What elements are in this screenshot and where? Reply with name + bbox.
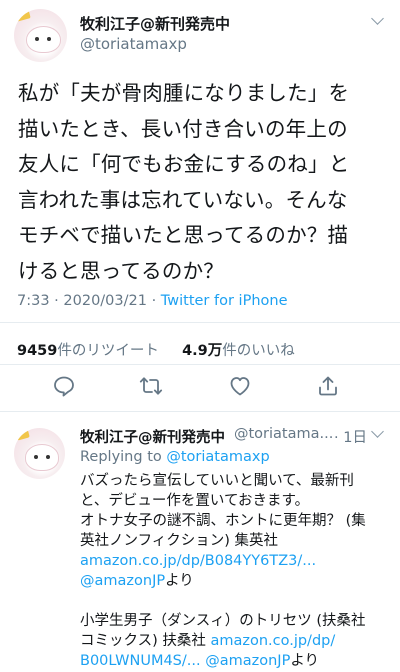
amazon-mention-2[interactable]: @amazonJP [205, 653, 290, 669]
divider [0, 364, 400, 365]
tweet-text-line: けると思ってるのか？ [18, 258, 224, 283]
avatar-character [25, 25, 61, 54]
avatar[interactable] [14, 9, 67, 62]
tweet-text-line: 友人に「何でもお金にするのね」と [18, 152, 350, 176]
avatar-eye [45, 454, 50, 459]
amazon-mention-1[interactable]: @amazonJP [80, 573, 165, 589]
reply-avatar[interactable] [14, 428, 65, 479]
retweet-label[interactable]: 件のリツイート [57, 343, 159, 359]
tweet-stats: 9459件のリツイート 4.9万件のいいね [17, 339, 295, 360]
avatar-eye [46, 36, 51, 41]
tweet-text: 私が「夫が骨肉腫になりました」を 描いたとき、長い付き合いの年上の 友人に「何で… [18, 76, 390, 289]
reply-text-line: 小学生男子（ダンスィ）のトリセツ (扶桑社 [80, 613, 366, 629]
retweet-button[interactable] [139, 374, 167, 402]
reply-user-handle[interactable]: @toriatama... [234, 426, 333, 442]
avatar-eye [35, 36, 40, 41]
amazon-link-1[interactable]: amazon.co.jp/dp/B084YY6TZ3/... [80, 551, 390, 571]
tweet-meta: 7:33 · 2020/03/21 · Twitter for iPhone [17, 293, 288, 309]
divider [0, 322, 400, 323]
user-handle[interactable]: @toriatamaxp [80, 35, 187, 53]
tweet-timestamp: 7:33 · 2020/03/21 · [17, 293, 161, 309]
display-name[interactable]: 牧利江子@新刊発売中 [80, 13, 230, 34]
share-icon [319, 376, 337, 396]
reply-text-line: コミックス) 扶桑社 amazon.co.jp/dp/ [80, 631, 390, 651]
reply-text-line: 英社ノンフィクション) 集英社 [80, 533, 279, 549]
avatar-eye [34, 454, 39, 459]
amazon-link-2b[interactable]: B00LWNUM4S/... [80, 653, 201, 669]
reply-suffix: より [165, 573, 194, 589]
reply-text-line: オトナ女子の謎不調、ホントに更年期？ (集 [80, 513, 366, 529]
tweet-actions [0, 374, 400, 404]
reply-suffix: より [290, 653, 320, 669]
replying-to-handle[interactable]: @toriatamaxp [166, 449, 269, 465]
like-count[interactable]: 4.9万 [182, 343, 222, 359]
amazon-link-2a[interactable]: amazon.co.jp/dp/ [210, 633, 335, 649]
reply-text-line: B00LWNUM4S/... @amazonJPより [80, 651, 390, 671]
tweet-text-line: モチベで描いたと思ってるのか？描 [18, 223, 349, 247]
reply-age: · 1日 [334, 430, 367, 446]
tweet-text-line: 描いたとき、長い付き合いの年上の [18, 116, 348, 141]
like-button[interactable] [228, 374, 256, 402]
replying-to-prefix: Replying to [80, 449, 167, 465]
avatar-tag-decoration [14, 429, 30, 441]
reply-button[interactable] [52, 374, 80, 402]
share-button[interactable] [316, 374, 344, 402]
retweet-count[interactable]: 9459 [17, 343, 57, 359]
reply-text-line: @amazonJPより [80, 571, 390, 591]
chevron-down-icon[interactable] [371, 12, 384, 25]
tweet-source-link[interactable]: Twitter for iPhone [161, 293, 288, 309]
like-icon [230, 377, 250, 396]
reply-text-span: コミックス) 扶桑社 [80, 633, 211, 649]
reply-body: バズったら宣伝していいと聞いて、最新刊 と、デビュー作を置いておきます。 オトナ… [80, 471, 390, 671]
like-label[interactable]: 件のいいね [222, 343, 295, 359]
replying-to: Replying to @toriatamaxp [80, 447, 390, 467]
avatar-character [25, 444, 59, 471]
tweet-text-line: 言われた事は忘れていない。そんな [18, 187, 348, 212]
tweet-text-line: 私が「夫が骨肉腫になりました」を [18, 81, 350, 105]
retweet-icon [139, 377, 163, 395]
reply-display-name[interactable]: 牧利江子@新刊発売中 [80, 426, 225, 447]
reply-icon [54, 376, 74, 397]
reply-text-line: バズったら宣伝していいと聞いて、最新刊 [80, 473, 354, 489]
reply-text-line: と、デビュー作を置いておきます。 [80, 493, 310, 509]
avatar-tag-decoration [14, 10, 31, 23]
